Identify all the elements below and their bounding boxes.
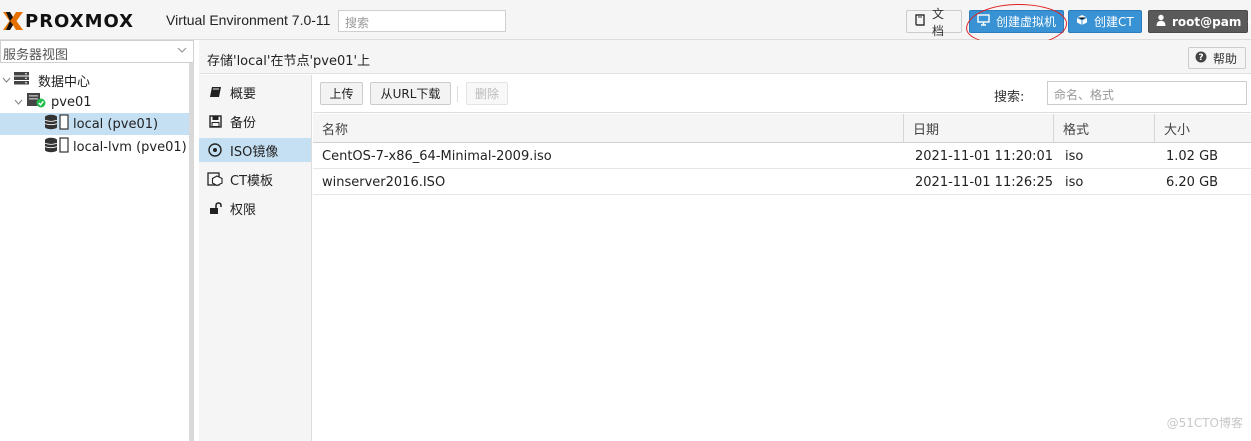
user-icon xyxy=(1156,14,1166,29)
nav-item-label: 概要 xyxy=(230,86,257,102)
iso-content: 上传 从URL下载 删除 搜索: 命名、格式 名称 日期 格式 大小 CentO… xyxy=(313,75,1251,441)
cell-date: 2021-11-01 11:20:01 xyxy=(915,149,1054,164)
book-icon xyxy=(207,86,223,98)
proxmox-logo[interactable]: PROXMOX xyxy=(2,10,134,32)
user-menu-label: root@pam xyxy=(1172,14,1242,29)
chevron-down-icon xyxy=(1247,15,1251,29)
logo-wordmark: PROXMOX xyxy=(25,10,135,32)
panel-title: 存储'local'在节点'pve01'上 xyxy=(207,54,371,69)
grid-header: 名称 日期 格式 大小 xyxy=(313,114,1251,143)
collapse-chevron-icon xyxy=(14,95,23,110)
chevron-down-icon xyxy=(177,44,187,57)
cell-name: winserver2016.ISO xyxy=(322,175,446,190)
cell-date: 2021-11-01 11:26:25 xyxy=(915,175,1054,190)
cell-name: CentOS-7-x86_64-Minimal-2009.iso xyxy=(322,149,552,164)
column-header-name[interactable]: 名称 xyxy=(313,114,904,143)
main-panel: 存储'local'在节点'pve01'上 ? 帮助 概要 备份 ISO镜像 CT… xyxy=(199,40,1251,441)
tree-item-storage-local-lvm[interactable]: local-lvm (pve01) xyxy=(0,136,189,158)
panel-header: 存储'local'在节点'pve01'上 ? 帮助 xyxy=(199,40,1251,74)
storage-icon xyxy=(44,114,70,134)
view-selector[interactable]: 服务器视图 xyxy=(0,40,194,63)
nav-item-label: 权限 xyxy=(230,202,257,218)
docs-button-label: 文档 xyxy=(932,6,945,38)
column-header-date[interactable]: 日期 xyxy=(904,114,1054,143)
cell-format: iso xyxy=(1065,175,1084,190)
tree-item-label: local-lvm (pve01) xyxy=(73,139,187,155)
monitor-icon xyxy=(977,14,990,29)
table-row[interactable]: CentOS-7-x86_64-Minimal-2009.iso 2021-11… xyxy=(313,144,1251,169)
tree-item-storage-local[interactable]: local (pve01) xyxy=(0,113,189,135)
unlock-icon xyxy=(207,201,223,215)
storage-subnav: 概要 备份 ISO镜像 CT模板 权限 xyxy=(199,75,312,441)
tree-item-label: 数据中心 xyxy=(38,74,91,90)
column-header-size[interactable]: 大小 xyxy=(1155,114,1251,143)
create-vm-button[interactable]: 创建虚拟机 xyxy=(969,10,1064,33)
nav-item-backup[interactable]: 备份 xyxy=(199,109,311,133)
svg-text:?: ? xyxy=(1198,53,1203,63)
template-icon xyxy=(207,172,223,186)
floppy-icon xyxy=(207,114,223,128)
cell-format: iso xyxy=(1065,149,1084,164)
tree-item-label: pve01 xyxy=(51,94,92,110)
user-menu-button[interactable]: root@pam xyxy=(1148,10,1251,33)
watermark: @51CTO博客 xyxy=(1166,416,1243,430)
search-label: 搜索: xyxy=(994,90,1025,105)
create-ct-button[interactable]: 创建CT xyxy=(1068,10,1142,33)
nav-item-ct-templates[interactable]: CT模板 xyxy=(199,167,311,191)
upload-button[interactable]: 上传 xyxy=(320,82,363,105)
collapse-chevron-icon xyxy=(2,73,11,88)
column-header-format[interactable]: 格式 xyxy=(1054,114,1155,143)
global-search-input[interactable]: 搜索 xyxy=(338,10,506,32)
docs-button[interactable]: 文档 xyxy=(906,7,962,38)
resource-tree-panel: 服务器视图 数据中心 pve01 local (pve01) local-lvm… xyxy=(0,40,194,441)
nav-item-label: CT模板 xyxy=(230,173,274,189)
book-icon xyxy=(914,14,926,29)
question-icon: ? xyxy=(1195,51,1207,66)
nav-item-summary[interactable]: 概要 xyxy=(199,80,311,104)
node-online-icon xyxy=(26,92,46,112)
help-button[interactable]: ? 帮助 xyxy=(1188,47,1246,69)
nav-item-label: ISO镜像 xyxy=(230,144,279,160)
product-version: Virtual Environment 7.0-11 xyxy=(166,12,331,28)
disc-icon xyxy=(207,143,223,157)
create-vm-button-label: 创建虚拟机 xyxy=(996,15,1057,29)
proxmox-x-icon xyxy=(3,12,23,30)
create-ct-button-label: 创建CT xyxy=(1094,15,1134,29)
remove-button[interactable]: 删除 xyxy=(466,82,508,105)
storage-icon xyxy=(44,137,70,157)
filter-search-input[interactable]: 命名、格式 xyxy=(1047,81,1247,105)
datacenter-icon xyxy=(13,71,30,89)
cell-size: 6.20 GB xyxy=(1166,175,1219,190)
table-row[interactable]: winserver2016.ISO 2021-11-01 11:26:25 is… xyxy=(313,170,1251,195)
view-selector-value: 服务器视图 xyxy=(3,48,69,63)
cell-size: 1.02 GB xyxy=(1166,149,1219,164)
toolbar-separator xyxy=(457,86,458,102)
nav-item-label: 备份 xyxy=(230,115,257,131)
download-from-url-button[interactable]: 从URL下载 xyxy=(370,82,451,105)
nav-item-permissions[interactable]: 权限 xyxy=(199,196,311,220)
tree-item-node-pve01[interactable]: pve01 xyxy=(0,91,189,113)
help-button-label: 帮助 xyxy=(1213,51,1238,66)
top-header: PROXMOX Virtual Environment 7.0-11 搜索 文档… xyxy=(0,0,1251,48)
toolbar: 上传 从URL下载 删除 搜索: 命名、格式 xyxy=(313,75,1251,113)
tree-item-datacenter[interactable]: 数据中心 xyxy=(0,69,189,91)
tree-item-label: local (pve01) xyxy=(73,116,159,132)
cube-icon xyxy=(1076,14,1088,29)
nav-item-iso-images[interactable]: ISO镜像 xyxy=(199,138,311,162)
